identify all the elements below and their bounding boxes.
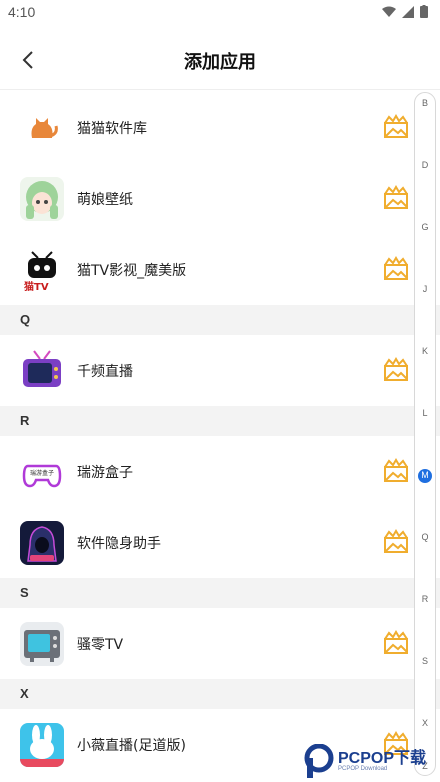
index-letter-k[interactable]: K: [415, 346, 435, 356]
cat-tv-logo-icon: 猫TV: [20, 248, 64, 292]
signal-icon: [402, 5, 414, 18]
icon-label: 猫TV: [24, 282, 49, 292]
tv-set-icon: [20, 622, 64, 666]
list-item[interactable]: 猫猫软件库: [0, 92, 440, 163]
rabbit-icon: [20, 723, 64, 767]
add-app-button[interactable]: [382, 630, 410, 656]
add-app-icon: [384, 529, 408, 553]
section-header-s: S: [0, 578, 440, 608]
list-item[interactable]: 萌娘壁纸: [0, 163, 440, 234]
add-app-icon: [384, 630, 408, 654]
gamepad-icon: 瑞游盒子: [20, 450, 64, 494]
index-letter-x[interactable]: X: [415, 718, 435, 728]
add-app-icon: [384, 114, 408, 138]
add-app-button[interactable]: [382, 529, 410, 555]
watermark-text: PCPOP下载: [338, 750, 427, 767]
icon-label: 瑞游盒子: [30, 470, 55, 477]
index-letter-q[interactable]: Q: [415, 532, 435, 542]
index-letter-m[interactable]: M: [415, 470, 435, 480]
index-letter-d[interactable]: D: [415, 160, 435, 170]
app-name: 软件隐身助手: [77, 536, 161, 552]
list-item[interactable]: 千频直播: [0, 335, 440, 406]
app-bar: 添加应用: [0, 26, 440, 90]
app-name: 骚零TV: [77, 637, 124, 653]
battery-icon: [420, 5, 428, 18]
index-letter-j[interactable]: J: [415, 284, 435, 294]
add-app-button[interactable]: [382, 256, 410, 282]
section-header-r: R: [0, 406, 440, 436]
list-item[interactable]: 瑞游盒子 瑞游盒子: [0, 436, 440, 507]
watermark-p-icon: [304, 744, 334, 778]
list-item[interactable]: 骚零TV: [0, 608, 440, 679]
app-list: 猫猫软件库 萌娘壁纸 猫TV 猫TV影视_魔美版 Q 千频直播 R 瑞游盒子 瑞…: [0, 92, 440, 782]
alphabet-index-bar[interactable]: B D G J K L M Q R S X Z: [414, 92, 436, 776]
add-app-button[interactable]: [382, 114, 410, 140]
wifi-icon: [382, 6, 396, 17]
cat-silhouette-icon: [20, 106, 64, 150]
anime-girl-icon: [20, 177, 64, 221]
section-header-q: Q: [0, 305, 440, 335]
retro-tv-icon: [20, 349, 64, 393]
section-header-x: X: [0, 679, 440, 709]
add-app-icon: [384, 256, 408, 280]
add-app-icon: [384, 185, 408, 209]
app-name: 猫TV影视_魔美版: [77, 263, 187, 279]
hooded-figure-icon: [20, 521, 64, 565]
list-item[interactable]: 软件隐身助手: [0, 507, 440, 578]
index-letter-r[interactable]: R: [415, 594, 435, 604]
app-name: 小薇直播(足道版): [77, 738, 186, 754]
app-name: 萌娘壁纸: [77, 192, 133, 208]
index-letter-l[interactable]: L: [415, 408, 435, 418]
add-app-icon: [384, 458, 408, 482]
index-letter-g[interactable]: G: [415, 222, 435, 232]
watermark-subtext: PCPOP Download: [338, 766, 388, 772]
app-name: 猫猫软件库: [77, 121, 147, 137]
status-icons: [382, 5, 428, 18]
app-name: 千频直播: [77, 364, 133, 380]
index-letter-b[interactable]: B: [415, 98, 435, 108]
index-letter-s[interactable]: S: [415, 656, 435, 666]
add-app-button[interactable]: [382, 357, 410, 383]
add-app-icon: [384, 357, 408, 381]
list-item[interactable]: 猫TV 猫TV影视_魔美版: [0, 234, 440, 305]
page-title: 添加应用: [184, 52, 256, 73]
app-name: 瑞游盒子: [77, 465, 133, 481]
add-app-button[interactable]: [382, 185, 410, 211]
status-time: 4:10: [8, 4, 36, 20]
status-bar: 4:10: [0, 0, 440, 26]
watermark-logo: PCPOP下载 PCPOP Download: [304, 742, 440, 782]
add-app-button[interactable]: [382, 458, 410, 484]
